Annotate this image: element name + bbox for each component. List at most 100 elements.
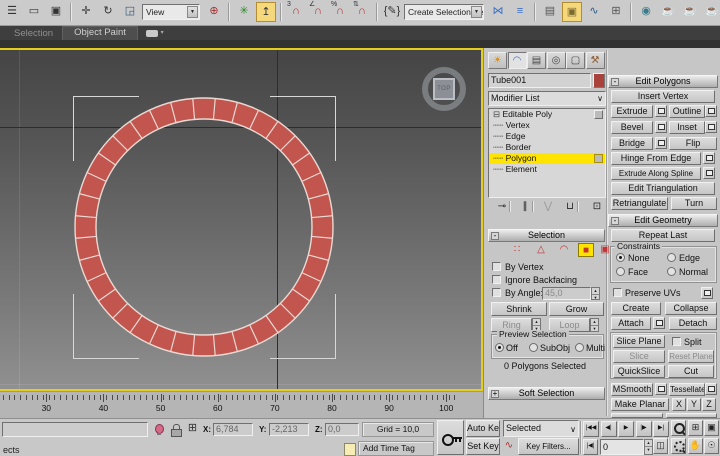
object-name-field[interactable]: Tube001: [488, 73, 591, 88]
selection-lock-icon[interactable]: [168, 422, 183, 437]
rectangular-selection-icon[interactable]: ▭: [24, 2, 44, 22]
preserve-uvs-settings-icon[interactable]: [701, 287, 713, 299]
preview-multi-radio[interactable]: [575, 343, 584, 352]
attach-settings-icon[interactable]: [653, 317, 665, 329]
collapse-icon[interactable]: -: [611, 78, 619, 86]
turn-button[interactable]: Turn: [671, 197, 717, 210]
stack-row-element[interactable]: ┄┄ Element: [489, 164, 605, 175]
border-icon[interactable]: ◠: [556, 243, 572, 257]
go-to-end-icon[interactable]: ▶|: [653, 421, 669, 437]
zoom-extents-icon[interactable]: ▣: [704, 420, 719, 436]
current-frame-field[interactable]: 0: [600, 439, 644, 455]
angle-snap-icon[interactable]: ∩∠: [308, 2, 328, 22]
chevron-down-icon[interactable]: ▼: [471, 6, 482, 18]
key-filters-button[interactable]: Key Filters...: [518, 438, 579, 455]
play-icon[interactable]: ▶: [618, 421, 634, 437]
vertex-icon[interactable]: ∷: [509, 243, 525, 257]
flip-button[interactable]: Flip: [669, 137, 717, 150]
inset-settings-icon[interactable]: [705, 121, 717, 133]
auto-key-button[interactable]: Auto Key: [466, 420, 500, 437]
mirror-icon[interactable]: ⋈: [488, 2, 508, 22]
zoom-extents-selected-icon[interactable]: ◫: [653, 438, 668, 454]
tab-selection[interactable]: Selection: [14, 27, 58, 40]
zoom-icon[interactable]: [671, 420, 686, 436]
bevel-button[interactable]: Bevel: [611, 121, 653, 134]
tab-object-paint[interactable]: Object Paint: [62, 26, 138, 41]
viewcube[interactable]: TOP: [433, 78, 455, 100]
select-and-manipulate-icon[interactable]: ✳: [234, 2, 254, 22]
constraint-normal-radio[interactable]: [667, 267, 676, 276]
key-mode-toggle-icon[interactable]: |◀|: [583, 439, 598, 455]
edge-icon[interactable]: △: [533, 243, 549, 257]
configure-modifier-sets-icon[interactable]: ⊡: [589, 200, 605, 214]
snap-3d-icon[interactable]: ∩3: [286, 2, 306, 22]
edit-triangulation-button[interactable]: Edit Triangulation: [611, 182, 715, 195]
stack-row-edge[interactable]: ┄┄ Edge: [489, 131, 605, 142]
transform-gizmo-icon[interactable]: ⊞: [185, 421, 200, 436]
select-and-rotate-icon[interactable]: ↻: [98, 2, 118, 22]
shrink-button[interactable]: Shrink: [491, 302, 547, 316]
slice-button[interactable]: Slice: [613, 350, 665, 363]
ribbon-menu-button[interactable]: ▾: [146, 27, 170, 41]
zoom-all-icon[interactable]: ⊞: [688, 420, 703, 436]
hierarchy-tab[interactable]: ▤: [527, 52, 546, 69]
grow-button[interactable]: Grow: [549, 302, 604, 316]
make-planar-button[interactable]: Make Planar: [611, 398, 669, 411]
display-tab[interactable]: ▢: [566, 52, 585, 69]
bridge-settings-icon[interactable]: [655, 137, 667, 149]
make-planar-y-button[interactable]: Y: [687, 398, 701, 411]
curve-editor-icon[interactable]: ∿: [584, 2, 604, 22]
msmooth-settings-icon[interactable]: [655, 383, 667, 395]
loop-spinner[interactable]: [590, 318, 599, 332]
object-color-swatch[interactable]: [593, 73, 605, 88]
spinner-snap-icon[interactable]: ∩⇅: [352, 2, 372, 22]
by-angle-field[interactable]: 45,0: [542, 287, 591, 300]
cut-button[interactable]: Cut: [668, 365, 714, 378]
make-unique-icon[interactable]: ⋁: [540, 200, 556, 214]
preserve-uvs-checkbox[interactable]: [613, 288, 622, 297]
outline-button[interactable]: Outline: [669, 105, 705, 118]
bridge-button[interactable]: Bridge: [611, 137, 653, 150]
split-checkbox[interactable]: [672, 337, 681, 346]
frame-spinner[interactable]: [644, 439, 653, 455]
extrude-settings-icon[interactable]: [655, 105, 667, 117]
layer-manager-icon[interactable]: ▤: [540, 2, 560, 22]
x-coord-field[interactable]: 6,784: [213, 423, 253, 436]
tessellate-settings-icon[interactable]: [705, 383, 717, 395]
material-editor-icon[interactable]: ◉: [636, 2, 656, 22]
z-coord-field[interactable]: 0,0: [325, 423, 359, 436]
pin-stack-icon[interactable]: ⊸: [494, 200, 510, 214]
inset-button[interactable]: Inset: [669, 121, 705, 134]
set-key-button[interactable]: Set Key: [466, 438, 500, 455]
constraint-edge-radio[interactable]: [667, 253, 676, 262]
hinge-from-edge-button[interactable]: Hinge From Edge: [611, 152, 701, 165]
collapse-icon[interactable]: ⊟: [493, 109, 500, 119]
rollout-edit-geometry-header[interactable]: -Edit Geometry: [608, 214, 718, 227]
selection-set-name-dropdown[interactable]: Create Selection Se▼: [404, 4, 484, 20]
rollout-soft-selection-header[interactable]: +Soft Selection: [488, 387, 605, 400]
reference-coordinate-system-dropdown[interactable]: View▼: [142, 4, 200, 20]
viewport-top[interactable]: TOP: [0, 48, 483, 391]
percent-snap-icon[interactable]: ∩%: [330, 2, 350, 22]
track-bar[interactable]: 30405060708090100: [0, 391, 483, 418]
window-crossing-icon[interactable]: ▣: [46, 2, 66, 22]
create-tab[interactable]: ☀: [488, 52, 507, 69]
select-and-scale-icon[interactable]: ◲: [120, 2, 140, 22]
next-frame-icon[interactable]: |▶: [636, 421, 652, 437]
modify-tab[interactable]: ◠: [508, 52, 527, 69]
attach-button[interactable]: Attach: [611, 317, 651, 330]
insert-vertex-button[interactable]: Insert Vertex: [611, 90, 715, 103]
stack-row-button[interactable]: [594, 154, 603, 163]
rollout-edit-polygons-header[interactable]: -Edit Polygons: [608, 75, 718, 88]
stack-row-button[interactable]: [594, 110, 603, 119]
create-button[interactable]: Create: [611, 302, 661, 315]
y-coord-field[interactable]: -2,213: [269, 423, 309, 436]
use-pivot-point-icon[interactable]: ⊕: [204, 2, 224, 22]
remove-modifier-icon[interactable]: ⊔: [562, 200, 578, 214]
default-tangent-icon[interactable]: ∿: [503, 438, 515, 455]
orbit-icon[interactable]: ☉: [704, 438, 719, 454]
by-angle-checkbox[interactable]: [492, 288, 501, 297]
collapse-icon[interactable]: -: [611, 217, 619, 225]
detach-button[interactable]: Detach: [669, 317, 717, 330]
set-keys-button[interactable]: [437, 420, 464, 455]
